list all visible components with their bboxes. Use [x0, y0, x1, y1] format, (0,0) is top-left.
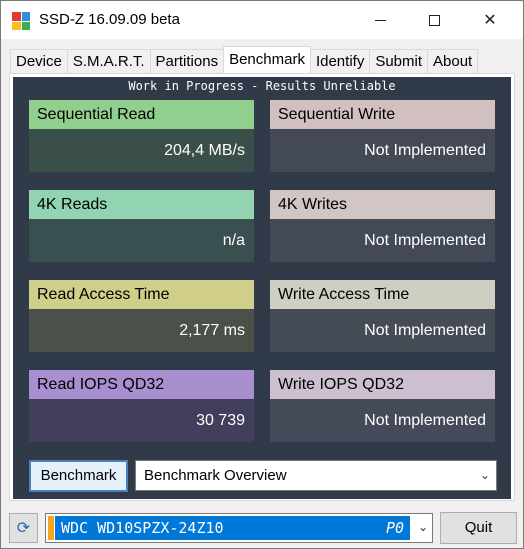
window-title: SSD-Z 16.09.09 beta — [39, 11, 180, 28]
drive-selected-item: WDC WD10SPZX-24Z10 P0 — [55, 516, 410, 540]
app-window: SSD-Z 16.09.09 beta ✕ Device S.M.A.R.T. … — [0, 0, 524, 549]
close-button[interactable]: ✕ — [467, 1, 513, 39]
chevron-down-icon: ⌄ — [479, 468, 490, 482]
tab-identify[interactable]: Identify — [309, 49, 371, 73]
card-label: Sequential Write — [270, 100, 495, 129]
drive-port: P0 — [385, 519, 404, 537]
minimize-button[interactable] — [357, 1, 403, 39]
app-icon-q3 — [12, 21, 21, 30]
app-icon-q4 — [21, 21, 30, 30]
close-icon: ✕ — [483, 12, 497, 29]
maximize-button[interactable] — [411, 1, 457, 39]
card-value: Not Implemented — [270, 219, 495, 262]
card-write-iops: Write IOPS QD32 Not Implemented — [270, 370, 495, 442]
refresh-icon: ⟳ — [16, 520, 31, 537]
card-label: Read IOPS QD32 — [29, 370, 254, 399]
card-value: Not Implemented — [270, 399, 495, 442]
tab-bar: Device S.M.A.R.T. Partitions Benchmark I… — [10, 46, 479, 73]
select-value: Benchmark Overview — [144, 467, 287, 484]
card-4k-writes: 4K Writes Not Implemented — [270, 190, 495, 262]
app-icon — [12, 12, 30, 30]
refresh-button[interactable]: ⟳ — [9, 513, 38, 543]
card-label: Read Access Time — [29, 280, 254, 309]
tab-smart[interactable]: S.M.A.R.T. — [66, 49, 151, 73]
tab-benchmark[interactable]: Benchmark — [223, 46, 311, 73]
card-4k-reads: 4K Reads n/a — [29, 190, 254, 262]
chevron-down-icon: ⌄ — [417, 520, 428, 534]
card-value: 30 739 — [29, 399, 254, 442]
card-label: Sequential Read — [29, 100, 254, 129]
card-label: Write IOPS QD32 — [270, 370, 495, 399]
card-value: 204,4 MB/s — [29, 129, 254, 172]
drive-select[interactable]: WDC WD10SPZX-24Z10 P0 ⌄ — [45, 513, 433, 543]
card-label: Write Access Time — [270, 280, 495, 309]
drive-name: WDC WD10SPZX-24Z10 — [61, 519, 224, 537]
tab-device[interactable]: Device — [10, 49, 68, 73]
card-read-access-time: Read Access Time 2,177 ms — [29, 280, 254, 352]
drive-color-indicator — [48, 516, 54, 540]
minimize-icon — [374, 19, 386, 21]
card-label: 4K Writes — [270, 190, 495, 219]
card-label: 4K Reads — [29, 190, 254, 219]
tab-partitions[interactable]: Partitions — [149, 49, 225, 73]
tab-about[interactable]: About — [427, 49, 479, 73]
work-in-progress-banner: Work in Progress - Results Unreliable — [128, 79, 396, 93]
card-sequential-read: Sequential Read 204,4 MB/s — [29, 100, 254, 172]
app-icon-q2 — [21, 12, 30, 21]
quit-button[interactable]: Quit — [440, 512, 517, 544]
card-write-access-time: Write Access Time Not Implemented — [270, 280, 495, 352]
card-value: Not Implemented — [270, 309, 495, 352]
maximize-icon — [428, 14, 440, 26]
card-value: n/a — [29, 219, 254, 262]
card-read-iops: Read IOPS QD32 30 739 — [29, 370, 254, 442]
benchmark-overview-select[interactable]: Benchmark Overview ⌄ — [135, 460, 497, 491]
tab-submit[interactable]: Submit — [369, 49, 429, 73]
app-icon-q1 — [12, 12, 21, 21]
benchmark-button[interactable]: Benchmark — [29, 460, 128, 492]
card-value: Not Implemented — [270, 129, 495, 172]
title-bar: SSD-Z 16.09.09 beta ✕ — [1, 1, 523, 39]
card-sequential-write: Sequential Write Not Implemented — [270, 100, 495, 172]
card-value: 2,177 ms — [29, 309, 254, 352]
